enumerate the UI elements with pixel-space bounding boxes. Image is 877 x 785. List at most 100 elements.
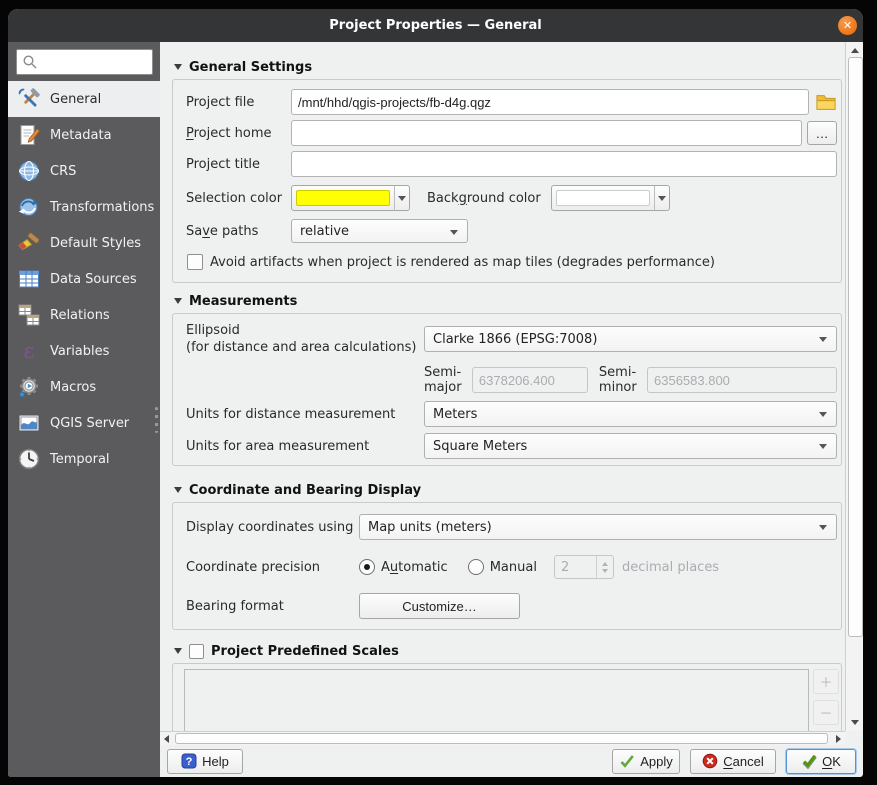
close-icon: ✕ — [842, 19, 853, 32]
vertical-scrollbar[interactable] — [845, 42, 863, 731]
sidebar-item-macros[interactable]: Macros — [8, 369, 160, 405]
button-box: ? Help Apply Cancel OK — [160, 745, 863, 777]
sidebar-item-label: Default Styles — [50, 235, 142, 251]
cancel-icon — [702, 753, 718, 769]
folder-open-icon[interactable] — [815, 92, 837, 112]
chevron-down-icon[interactable] — [394, 186, 409, 210]
semi-minor-input — [647, 367, 837, 393]
selection-color-button[interactable] — [291, 185, 410, 211]
scroll-left-icon[interactable] — [164, 735, 169, 743]
section-header-measurements[interactable]: Measurements — [174, 292, 841, 310]
project-properties-dialog: Project Properties — General ✕ General M… — [8, 9, 863, 777]
coordinate-precision-label: Coordinate precision — [186, 559, 321, 575]
help-button[interactable]: ? Help — [167, 748, 243, 774]
distance-units-value: Meters — [433, 406, 478, 422]
ok-button[interactable]: OK — [786, 748, 856, 774]
scroll-up-icon[interactable] — [851, 48, 859, 53]
section-header-predefined-scales[interactable]: Project Predefined Scales — [174, 642, 841, 660]
background-color-swatch — [555, 190, 650, 206]
display-coordinates-combo[interactable]: Map units (meters) — [359, 514, 837, 540]
manual-radio[interactable] — [467, 559, 484, 575]
sidebar-item-data-sources[interactable]: Data Sources — [8, 261, 160, 297]
plus-icon: ＋ — [819, 676, 833, 691]
sidebar-search — [16, 49, 153, 75]
titlebar: Project Properties — General ✕ — [8, 9, 863, 42]
vertical-scrollbar-thumb[interactable] — [848, 57, 863, 637]
project-home-browse-button[interactable]: … — [807, 121, 837, 145]
sidebar-item-label: Macros — [50, 379, 97, 395]
sidebar-item-default-styles[interactable]: Default Styles — [8, 225, 160, 261]
close-button[interactable]: ✕ — [838, 16, 857, 35]
sidebar-item-crs[interactable]: CRS — [8, 153, 160, 189]
coordinate-display-frame: Display coordinates using Map units (met… — [172, 502, 842, 630]
remove-scale-button: － — [813, 700, 839, 725]
distance-units-combo[interactable]: Meters — [424, 401, 837, 427]
automatic-radio[interactable] — [359, 559, 375, 575]
add-scale-button: ＋ — [813, 669, 839, 694]
section-title: Project Predefined Scales — [211, 643, 399, 659]
predefined-scales-frame: ＋ － — [172, 663, 842, 731]
sidebar-item-transformations[interactable]: Transformations — [8, 189, 160, 225]
section-title: Coordinate and Bearing Display — [189, 482, 422, 498]
sidebar-item-variables[interactable]: ε Variables — [8, 333, 160, 369]
customize-button[interactable]: Customize… — [359, 593, 520, 619]
scroll-right-icon[interactable] — [836, 735, 841, 743]
sidebar-item-temporal[interactable]: Temporal — [8, 441, 160, 477]
collapse-triangle-icon — [174, 64, 182, 70]
scales-list[interactable] — [184, 669, 809, 731]
horizontal-scrollbar-thumb[interactable] — [175, 733, 828, 744]
ellipsis-icon: … — [815, 125, 829, 141]
project-file-input[interactable] — [291, 89, 809, 115]
clock-icon — [18, 448, 40, 470]
chevron-down-icon[interactable] — [653, 186, 669, 210]
section-header-general-settings[interactable]: General Settings — [174, 58, 841, 76]
transform-globe-icon — [18, 198, 39, 216]
semi-major-label: Semi-major — [424, 365, 462, 395]
ellipsoid-label: Ellipsoid (for distance and area calcula… — [186, 323, 417, 355]
sidebar-item-metadata[interactable]: Metadata — [8, 117, 160, 153]
selection-color-swatch — [296, 190, 390, 206]
project-title-input[interactable] — [291, 151, 837, 177]
decimal-places-spinner: 2 — [553, 555, 614, 579]
background-color-button[interactable] — [550, 185, 670, 211]
sidebar-item-qgis-server[interactable]: QGIS Server — [8, 405, 160, 441]
splitter-handle[interactable] — [155, 407, 158, 433]
save-paths-combo[interactable]: relative — [291, 219, 468, 243]
avoid-artifacts-label: Avoid artifacts when project is rendered… — [210, 254, 715, 270]
decimal-places-label: decimal places — [621, 559, 720, 575]
sidebar-nav: General Metadata CRS Transformations Def… — [8, 81, 160, 477]
metadata-icon — [20, 125, 41, 145]
section-header-coordinate-display[interactable]: Coordinate and Bearing Display — [174, 481, 841, 499]
area-units-value: Square Meters — [433, 438, 528, 454]
bearing-format-label: Bearing format — [186, 598, 284, 614]
settings-scroll-area: General Settings Project file Project ho… — [160, 42, 845, 731]
project-file-label: Project file — [186, 94, 255, 110]
semi-minor-label: Semi-minor — [598, 365, 637, 395]
sidebar-item-label: Transformations — [50, 199, 155, 215]
sidebar-item-general[interactable]: General — [8, 81, 160, 117]
avoid-artifacts-checkbox[interactable] — [187, 254, 203, 270]
sidebar-item-relations[interactable]: Relations — [8, 297, 160, 333]
measurements-frame: Ellipsoid (for distance and area calcula… — [172, 313, 842, 466]
automatic-label: Automatic — [381, 559, 448, 575]
project-home-input[interactable] — [291, 120, 802, 146]
predefined-scales-checkbox[interactable] — [189, 643, 204, 659]
section-title: Measurements — [189, 293, 298, 309]
ellipsoid-combo[interactable]: Clarke 1866 (EPSG:7008) — [424, 326, 837, 352]
horizontal-scrollbar[interactable] — [160, 731, 845, 745]
area-units-combo[interactable]: Square Meters — [424, 433, 837, 459]
tools-icon — [18, 88, 40, 107]
scroll-down-icon[interactable] — [851, 720, 859, 725]
search-icon — [23, 55, 37, 69]
epsilon-icon: ε — [24, 339, 35, 363]
minus-icon: － — [819, 707, 833, 722]
apply-check-icon — [620, 755, 635, 768]
display-coordinates-value: Map units (meters) — [368, 519, 492, 535]
sidebar: General Metadata CRS Transformations Def… — [8, 42, 160, 777]
project-home-label: Project home — [186, 125, 272, 141]
svg-text:ε: ε — [24, 339, 35, 363]
cancel-button[interactable]: Cancel — [690, 748, 776, 774]
apply-button[interactable]: Apply — [612, 748, 680, 774]
sidebar-item-label: Metadata — [50, 127, 112, 143]
sidebar-item-label: QGIS Server — [50, 415, 130, 431]
